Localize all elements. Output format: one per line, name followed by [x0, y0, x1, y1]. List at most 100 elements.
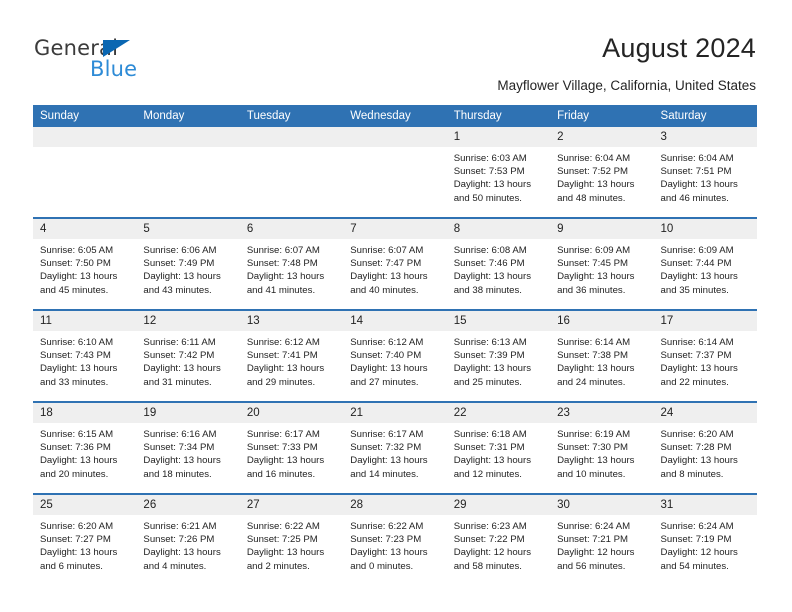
calendar-day-cell[interactable]: 14 Sunrise: 6:12 AM Sunset: 7:40 PM Dayligh…: [343, 309, 447, 402]
sunrise-text: Sunrise: 6:12 AM: [246, 337, 320, 348]
day-number: 26: [136, 495, 240, 515]
sunset-text: Sunset: 7:41 PM: [246, 350, 318, 362]
sunset-text: Sunset: 7:51 PM: [660, 166, 732, 178]
calendar-day-cell[interactable]: 22 Sunrise: 6:18 AM Sunset: 7:31 PM Dayligh…: [446, 401, 551, 494]
calendar-week-row: 25 Sunrise: 6:20 AM Sunset: 7:27 PM Dayligh…: [33, 493, 757, 587]
sunrise-text: Sunrise: 6:23 AM: [453, 521, 527, 532]
calendar-day-cell[interactable]: 1 Sunrise: 6:03 AM Sunset: 7:53 PM Daylight…: [446, 127, 551, 218]
calendar-day-cell[interactable]: 6 Sunrise: 6:07 AM Sunset: 7:48 PM Daylight…: [239, 217, 344, 310]
sunset-text: Sunset: 7:46 PM: [453, 258, 525, 270]
daylight-text: Daylight: 13 hours and 4 minutes.: [143, 547, 221, 572]
sunset-text: Sunset: 7:39 PM: [453, 350, 525, 362]
calendar-day-cell[interactable]: 12 Sunrise: 6:11 AM Sunset: 7:42 PM Dayligh…: [136, 309, 240, 402]
triangle-icon: [103, 40, 130, 57]
calendar-day-cell[interactable]: 28 Sunrise: 6:22 AM Sunset: 7:23 PM Dayligh…: [343, 493, 447, 587]
sunset-text: Sunset: 7:53 PM: [453, 166, 525, 178]
day-number: 13: [239, 311, 344, 331]
calendar-day-cell[interactable]: 9 Sunrise: 6:09 AM Sunset: 7:45 PM Daylight…: [550, 217, 654, 310]
daylight-text: Daylight: 13 hours and 18 minutes.: [143, 455, 221, 480]
day-details: Sunrise: 6:12 AM Sunset: 7:40 PM Daylight:…: [343, 331, 446, 389]
calendar-week-row: 18 Sunrise: 6:15 AM Sunset: 7:36 PM Dayligh…: [33, 401, 757, 494]
day-details: Sunrise: 6:17 AM Sunset: 7:32 PM Daylight:…: [343, 423, 446, 481]
calendar-day-cell[interactable]: 26 Sunrise: 6:21 AM Sunset: 7:26 PM Dayligh…: [136, 493, 240, 587]
daylight-text: Daylight: 13 hours and 29 minutes.: [246, 363, 325, 388]
day-number: [343, 127, 447, 147]
day-details: Sunrise: 6:15 AM Sunset: 7:36 PM Daylight:…: [33, 423, 136, 481]
sunset-text: Sunset: 7:32 PM: [350, 442, 422, 454]
day-details: Sunrise: 6:20 AM Sunset: 7:27 PM Daylight:…: [33, 515, 136, 573]
daylight-text: Daylight: 13 hours and 22 minutes.: [660, 363, 738, 388]
calendar-day-cell[interactable]: 19 Sunrise: 6:16 AM Sunset: 7:34 PM Dayligh…: [136, 401, 240, 494]
sunrise-text: Sunrise: 6:14 AM: [660, 337, 734, 348]
sunset-text: Sunset: 7:22 PM: [453, 534, 525, 546]
day-details: Sunrise: 6:07 AM Sunset: 7:48 PM Daylight:…: [240, 239, 343, 297]
calendar-day-cell[interactable]: 3 Sunrise: 6:04 AM Sunset: 7:51 PM Daylight…: [653, 127, 757, 218]
day-number: 17: [653, 311, 757, 331]
weekday-header-saturday: Saturday: [653, 105, 757, 127]
daylight-text: Daylight: 12 hours and 58 minutes.: [453, 547, 532, 572]
sunrise-text: Sunrise: 6:16 AM: [143, 429, 217, 440]
day-details: Sunrise: 6:09 AM Sunset: 7:44 PM Daylight:…: [654, 239, 757, 297]
sunset-text: Sunset: 7:45 PM: [557, 258, 629, 270]
sunrise-text: Sunrise: 6:22 AM: [350, 521, 424, 532]
calendar-day-cell[interactable]: 17 Sunrise: 6:14 AM Sunset: 7:37 PM Dayligh…: [653, 309, 757, 402]
weekday-header-monday: Monday: [136, 105, 240, 127]
calendar-day-cell[interactable]: 24 Sunrise: 6:20 AM Sunset: 7:28 PM Dayligh…: [653, 401, 757, 494]
calendar-cell-empty: [33, 127, 137, 218]
sunrise-text: Sunrise: 6:10 AM: [40, 337, 114, 348]
calendar-day-cell[interactable]: 15 Sunrise: 6:13 AM Sunset: 7:39 PM Dayligh…: [446, 309, 551, 402]
calendar-day-cell[interactable]: 18 Sunrise: 6:15 AM Sunset: 7:36 PM Dayligh…: [33, 401, 137, 494]
day-number: [33, 127, 137, 147]
daylight-text: Daylight: 13 hours and 12 minutes.: [453, 455, 532, 480]
weekday-header-sunday: Sunday: [33, 105, 137, 127]
calendar-day-cell[interactable]: 7 Sunrise: 6:07 AM Sunset: 7:47 PM Daylight…: [343, 217, 447, 310]
day-number: 29: [446, 495, 551, 515]
calendar-day-cell[interactable]: 2 Sunrise: 6:04 AM Sunset: 7:52 PM Daylight…: [550, 127, 654, 218]
day-details: Sunrise: 6:10 AM Sunset: 7:43 PM Daylight:…: [33, 331, 136, 389]
calendar-day-cell[interactable]: 31 Sunrise: 6:24 AM Sunset: 7:19 PM Dayligh…: [653, 493, 757, 587]
sunrise-text: Sunrise: 6:22 AM: [246, 521, 320, 532]
calendar-day-cell[interactable]: 23 Sunrise: 6:19 AM Sunset: 7:30 PM Dayligh…: [550, 401, 654, 494]
sunrise-text: Sunrise: 6:24 AM: [557, 521, 631, 532]
sunrise-text: Sunrise: 6:17 AM: [246, 429, 320, 440]
calendar-day-cell[interactable]: 30 Sunrise: 6:24 AM Sunset: 7:21 PM Dayligh…: [550, 493, 654, 587]
calendar-day-cell[interactable]: 10 Sunrise: 6:09 AM Sunset: 7:44 PM Dayligh…: [653, 217, 757, 310]
calendar-page: General Blue August 2024 Mayflower Villa…: [0, 0, 792, 612]
sunset-text: Sunset: 7:49 PM: [143, 258, 215, 270]
day-number: 7: [343, 219, 447, 239]
sunrise-text: Sunrise: 6:20 AM: [660, 429, 734, 440]
calendar-day-cell[interactable]: 4 Sunrise: 6:05 AM Sunset: 7:50 PM Daylight…: [33, 217, 137, 310]
daylight-text: Daylight: 13 hours and 35 minutes.: [660, 271, 738, 296]
calendar-day-cell[interactable]: 16 Sunrise: 6:14 AM Sunset: 7:38 PM Dayligh…: [550, 309, 654, 402]
general-blue-logo[interactable]: General Blue: [34, 36, 234, 88]
day-number: 24: [653, 403, 757, 423]
daylight-text: Daylight: 12 hours and 54 minutes.: [660, 547, 738, 572]
calendar-day-cell[interactable]: 21 Sunrise: 6:17 AM Sunset: 7:32 PM Dayligh…: [343, 401, 447, 494]
calendar-day-cell[interactable]: 20 Sunrise: 6:17 AM Sunset: 7:33 PM Dayligh…: [239, 401, 344, 494]
day-details: Sunrise: 6:17 AM Sunset: 7:33 PM Daylight:…: [240, 423, 343, 481]
daylight-text: Daylight: 13 hours and 43 minutes.: [143, 271, 221, 296]
calendar-day-cell[interactable]: 13 Sunrise: 6:12 AM Sunset: 7:41 PM Dayligh…: [239, 309, 344, 402]
daylight-text: Daylight: 13 hours and 45 minutes.: [40, 271, 118, 296]
day-details: Sunrise: 6:04 AM Sunset: 7:52 PM Daylight:…: [550, 147, 653, 205]
calendar-week-row: 4 Sunrise: 6:05 AM Sunset: 7:50 PM Daylight…: [33, 217, 757, 310]
calendar-cell-empty: [239, 127, 344, 218]
sunrise-text: Sunrise: 6:04 AM: [557, 153, 631, 164]
calendar-day-cell[interactable]: 27 Sunrise: 6:22 AM Sunset: 7:25 PM Dayligh…: [239, 493, 344, 587]
sunset-text: Sunset: 7:31 PM: [453, 442, 525, 454]
calendar-day-cell[interactable]: 5 Sunrise: 6:06 AM Sunset: 7:49 PM Daylight…: [136, 217, 240, 310]
calendar-day-cell[interactable]: 25 Sunrise: 6:20 AM Sunset: 7:27 PM Dayligh…: [33, 493, 137, 587]
sunrise-text: Sunrise: 6:17 AM: [350, 429, 424, 440]
day-details: Sunrise: 6:12 AM Sunset: 7:41 PM Daylight:…: [240, 331, 343, 389]
day-details: Sunrise: 6:08 AM Sunset: 7:46 PM Daylight:…: [447, 239, 550, 297]
daylight-text: Daylight: 13 hours and 16 minutes.: [246, 455, 325, 480]
day-details: Sunrise: 6:24 AM Sunset: 7:19 PM Daylight:…: [654, 515, 757, 573]
calendar-day-cell[interactable]: 29 Sunrise: 6:23 AM Sunset: 7:22 PM Dayligh…: [446, 493, 551, 587]
sunrise-text: Sunrise: 6:18 AM: [453, 429, 527, 440]
calendar-day-cell[interactable]: 8 Sunrise: 6:08 AM Sunset: 7:46 PM Daylight…: [446, 217, 551, 310]
sunset-text: Sunset: 7:34 PM: [143, 442, 215, 454]
sunset-text: Sunset: 7:47 PM: [350, 258, 422, 270]
logo-text-blue: Blue: [90, 57, 138, 81]
calendar-day-cell[interactable]: 11 Sunrise: 6:10 AM Sunset: 7:43 PM Dayligh…: [33, 309, 137, 402]
day-details: Sunrise: 6:23 AM Sunset: 7:22 PM Daylight:…: [447, 515, 550, 573]
